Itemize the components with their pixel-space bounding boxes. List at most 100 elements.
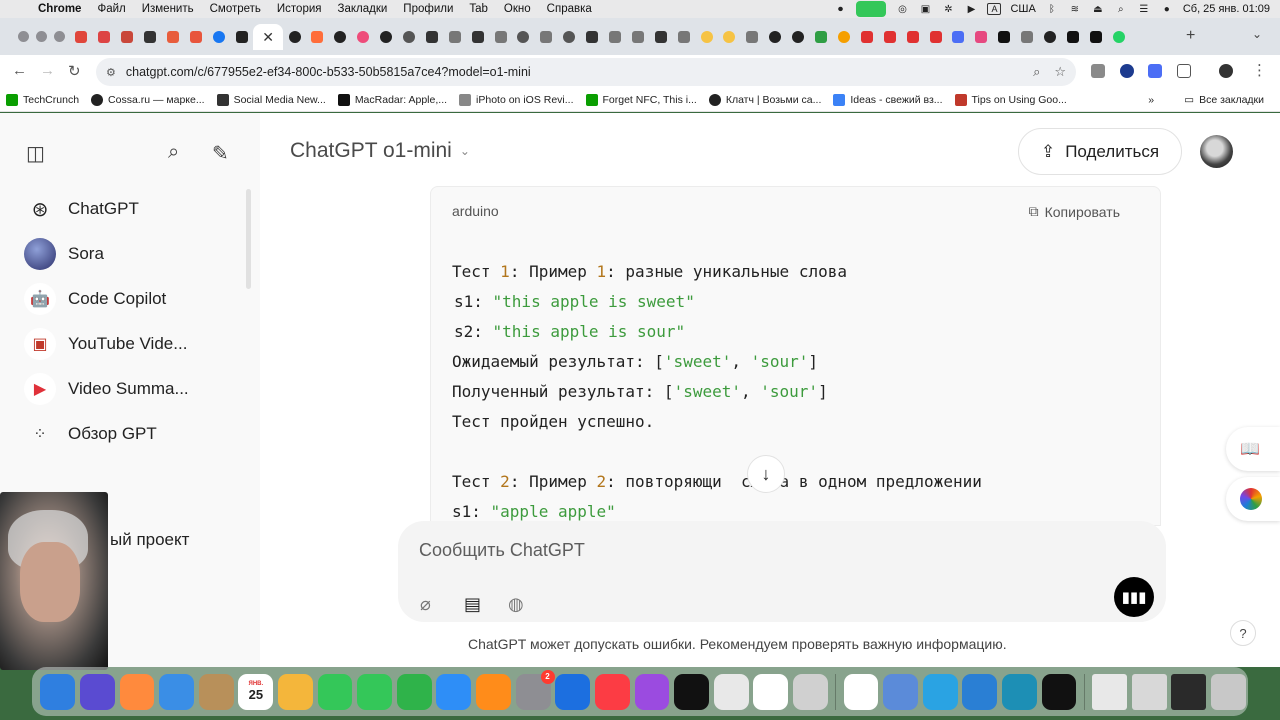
sidebar-item-video-summary[interactable]: ▶ Video Summa... <box>24 373 189 405</box>
dock-system-settings-icon[interactable]: 2 <box>515 669 555 710</box>
gear-menubar-icon[interactable]: ✲ <box>941 3 955 15</box>
toggle-sidebar-icon[interactable]: ◫ <box>26 141 45 166</box>
tab[interactable] <box>764 24 787 50</box>
tab[interactable] <box>581 24 604 50</box>
reload-icon[interactable]: ↻ <box>68 62 81 80</box>
tab[interactable] <box>810 24 833 50</box>
bookmark-star-icon[interactable]: ☆ <box>1054 64 1066 80</box>
sidebar-item-new-project[interactable]: ый проект <box>110 524 189 556</box>
dock-preview-icon[interactable] <box>883 673 918 710</box>
control-center-icon[interactable]: ☰ <box>1137 3 1151 15</box>
menu-bookmarks[interactable]: Закладки <box>330 3 396 15</box>
url-text[interactable]: chatgpt.com/c/677955e2-ef34-800c-b533-50… <box>126 65 531 79</box>
bluetooth-icon[interactable]: ᛒ <box>1045 3 1059 15</box>
extension-side-tab[interactable] <box>1226 477 1280 521</box>
reader-book-tab[interactable]: 📖 <box>1226 427 1280 471</box>
dock-mail-icon[interactable] <box>159 673 195 710</box>
tab[interactable] <box>398 24 421 50</box>
dock-notes-brown-icon[interactable] <box>198 673 234 710</box>
new-tab-button[interactable]: + <box>1186 27 1195 45</box>
tab[interactable] <box>970 24 993 50</box>
site-info-icon[interactable]: ⚙ <box>106 66 116 79</box>
dock-safari-like-icon[interactable] <box>555 673 591 710</box>
dock-freeform-icon[interactable] <box>753 673 789 710</box>
tab[interactable] <box>672 24 695 50</box>
menu-help[interactable]: Справка <box>539 3 600 15</box>
tab[interactable] <box>787 24 810 50</box>
model-selector[interactable]: ChatGPT o1-mini ⌄ <box>290 139 470 163</box>
more-bookmarks-chevron-icon[interactable]: » <box>1148 94 1154 106</box>
tab[interactable] <box>489 24 512 50</box>
tab[interactable] <box>420 24 443 50</box>
chatgpt-menubar-icon[interactable]: ◎ <box>895 3 909 15</box>
dock-vscode-icon[interactable] <box>962 673 998 710</box>
dock-epic-games-icon[interactable] <box>1041 673 1077 710</box>
browser-menu-icon[interactable]: ⋮ <box>1252 61 1267 79</box>
tab[interactable] <box>306 24 329 50</box>
menu-file[interactable]: Файл <box>89 3 133 15</box>
active-tab[interactable]: ✕ <box>253 24 284 50</box>
bookmark-item[interactable]: Ideas - свежий вз... <box>827 93 948 106</box>
tab[interactable] <box>93 24 116 50</box>
tab[interactable] <box>947 24 970 50</box>
close-window-button[interactable] <box>18 31 29 42</box>
dock-minimized-window[interactable] <box>1171 673 1207 710</box>
dock-textedit-icon[interactable] <box>713 673 749 710</box>
dock-trash-icon[interactable] <box>1211 673 1246 710</box>
tab[interactable] <box>116 24 139 50</box>
bookmark-item[interactable]: Cossa.ru — марке... <box>85 93 211 106</box>
tab[interactable] <box>901 24 924 50</box>
bookmark-item[interactable]: Social Media New... <box>211 93 332 106</box>
tab[interactable] <box>695 24 718 50</box>
help-button[interactable]: ? <box>1230 620 1256 646</box>
dock-keynote-icon[interactable] <box>436 673 472 710</box>
message-composer[interactable]: Сообщить ChatGPT ⌀ ▤ ◍ ▮▮▮ <box>398 521 1166 622</box>
menu-window[interactable]: Окно <box>496 3 539 15</box>
wifi-icon[interactable]: ≋ <box>1068 3 1082 15</box>
dock-numbers-icon[interactable] <box>396 673 432 710</box>
tab[interactable] <box>535 24 558 50</box>
dock-messages-icon[interactable] <box>357 673 393 710</box>
sidebar-item-explore-gpts[interactable]: ⁘ Обзор GPT <box>24 418 156 450</box>
profile-avatar[interactable] <box>1219 64 1233 78</box>
tab[interactable] <box>1107 24 1130 50</box>
new-chat-icon[interactable]: ✎ <box>212 141 229 166</box>
back-arrow-icon[interactable]: ← <box>12 62 27 79</box>
bookmark-item[interactable]: MacRadar: Apple,... <box>332 93 453 106</box>
minimize-window-button[interactable] <box>36 31 47 42</box>
sidebar-item-chatgpt[interactable]: ⊛ ChatGPT <box>24 193 139 225</box>
bookmark-item[interactable]: Forget NFC, This i... <box>580 93 703 106</box>
tab[interactable] <box>512 24 535 50</box>
camera-recording-icon[interactable] <box>856 1 887 17</box>
eject-icon[interactable]: ⏏ <box>1091 3 1105 15</box>
tab[interactable] <box>184 24 207 50</box>
dock-books-icon[interactable] <box>476 673 511 710</box>
dock-tv-icon[interactable] <box>674 673 709 710</box>
tab[interactable] <box>375 24 398 50</box>
tab[interactable] <box>230 24 253 50</box>
dock-telegram-icon[interactable] <box>922 673 958 710</box>
menu-edit[interactable]: Изменить <box>134 3 202 15</box>
siri-icon[interactable]: ● <box>1160 3 1174 15</box>
bookmark-item[interactable]: Tips on Using Goo... <box>949 93 1073 106</box>
dock-minimized-window[interactable] <box>1092 673 1127 710</box>
dock-facetime-icon[interactable] <box>317 673 353 710</box>
extension-icon[interactable] <box>1091 64 1105 78</box>
bookmark-item[interactable]: Клатч | Возьми са... <box>703 93 828 106</box>
input-language[interactable]: США <box>1010 3 1035 15</box>
tab[interactable] <box>70 24 93 50</box>
menu-view[interactable]: Смотреть <box>202 3 269 15</box>
spotlight-search-icon[interactable]: ⌕ <box>1114 3 1128 15</box>
tab[interactable] <box>162 24 185 50</box>
input-source-icon[interactable]: A <box>987 3 1002 15</box>
dock-calendar-icon[interactable]: ЯНВ. 25 <box>238 673 274 710</box>
tab[interactable] <box>878 24 901 50</box>
tab[interactable] <box>1039 24 1062 50</box>
tab[interactable] <box>283 24 306 50</box>
web-search-globe-icon[interactable]: ◍ <box>508 594 524 615</box>
tab[interactable] <box>558 24 581 50</box>
search-icon[interactable]: ⌕ <box>168 141 179 164</box>
message-input[interactable]: Сообщить ChatGPT <box>419 540 585 561</box>
bookmark-item[interactable]: TechCrunch <box>0 93 85 106</box>
tab-search-chevron-icon[interactable]: ⌄ <box>1252 27 1262 41</box>
